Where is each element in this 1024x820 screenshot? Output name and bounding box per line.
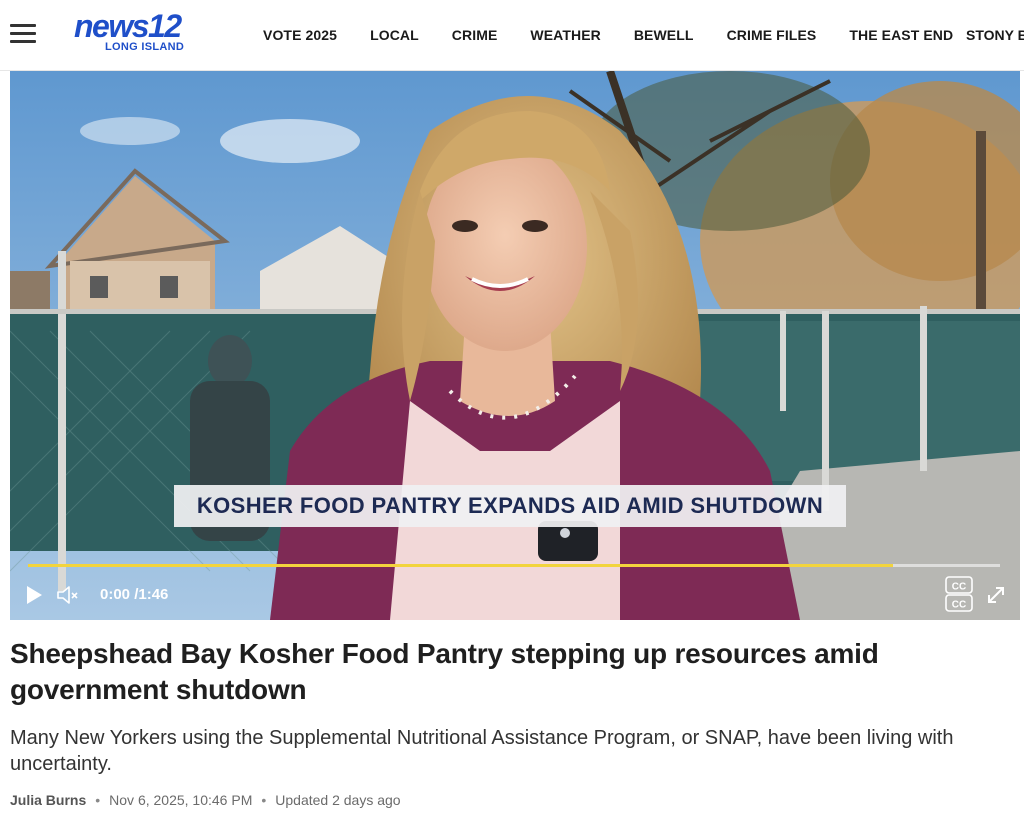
separator-dot: • [261,792,267,808]
nav-item-crime[interactable]: CRIME [452,27,498,43]
nav-item-local[interactable]: LOCAL [370,27,419,43]
nav-item-crime-files[interactable]: CRIME FILES [727,27,817,43]
video-progress-bar[interactable] [28,564,1000,567]
article-headline: Sheepshead Bay Kosher Food Pantry steppi… [10,638,879,705]
video-player[interactable]: KOSHER FOOD PANTRY EXPANDS AID AMID SHUT… [10,71,1020,620]
nav-item-vote-2025[interactable]: VOTE 2025 [263,27,337,43]
lower-third-banner: KOSHER FOOD PANTRY EXPANDS AID AMID SHUT… [174,485,846,527]
menu-icon[interactable] [10,24,36,44]
site-logo[interactable]: news12 LONG ISLAND [74,8,194,58]
separator-dot: • [95,792,101,808]
play-icon[interactable] [24,584,44,606]
video-current-time: 0:00 [100,586,131,603]
logo-wordmark: news12 [74,8,182,44]
site-header: news12 LONG ISLAND VOTE 2025 LOCAL CRIME… [0,0,1024,71]
nav-item-weather[interactable]: WEATHER [530,27,600,43]
muted-speaker-icon[interactable] [56,584,82,606]
logo-region: LONG ISLAND [105,41,185,53]
nav-item-the-east-end[interactable]: THE EAST END [849,27,953,43]
article-dek: Many New Yorkers using the Supplemental … [10,727,954,775]
video-controls: 0:00 /1:46 CC CC [10,576,1020,616]
closed-captions-icon[interactable]: CC CC [945,576,973,612]
article-byline: Julia Burns • Nov 6, 2025, 10:46 PM • Update… [10,792,401,808]
video-time: 0:00 /1:46 [100,586,169,603]
published-date: Nov 6, 2025, 10:46 PM [109,792,253,808]
svg-text:CC: CC [952,582,966,593]
nav-item-stony-brook[interactable]: STONY B [966,27,1024,43]
author-link[interactable]: Julia Burns [10,792,86,808]
main-nav: VOTE 2025 LOCAL CRIME WEATHER BEWELL CRI… [263,0,986,70]
svg-text:CC: CC [952,600,966,611]
video-buffer-bar [28,564,894,567]
video-duration: 1:46 [138,586,169,603]
nav-item-bewell[interactable]: BEWELL [634,27,694,43]
updated-date: Updated 2 days ago [275,792,401,808]
video-frame [10,71,1020,620]
expand-icon[interactable] [985,584,1007,606]
lower-third-text: KOSHER FOOD PANTRY EXPANDS AID AMID SHUT… [196,493,824,518]
